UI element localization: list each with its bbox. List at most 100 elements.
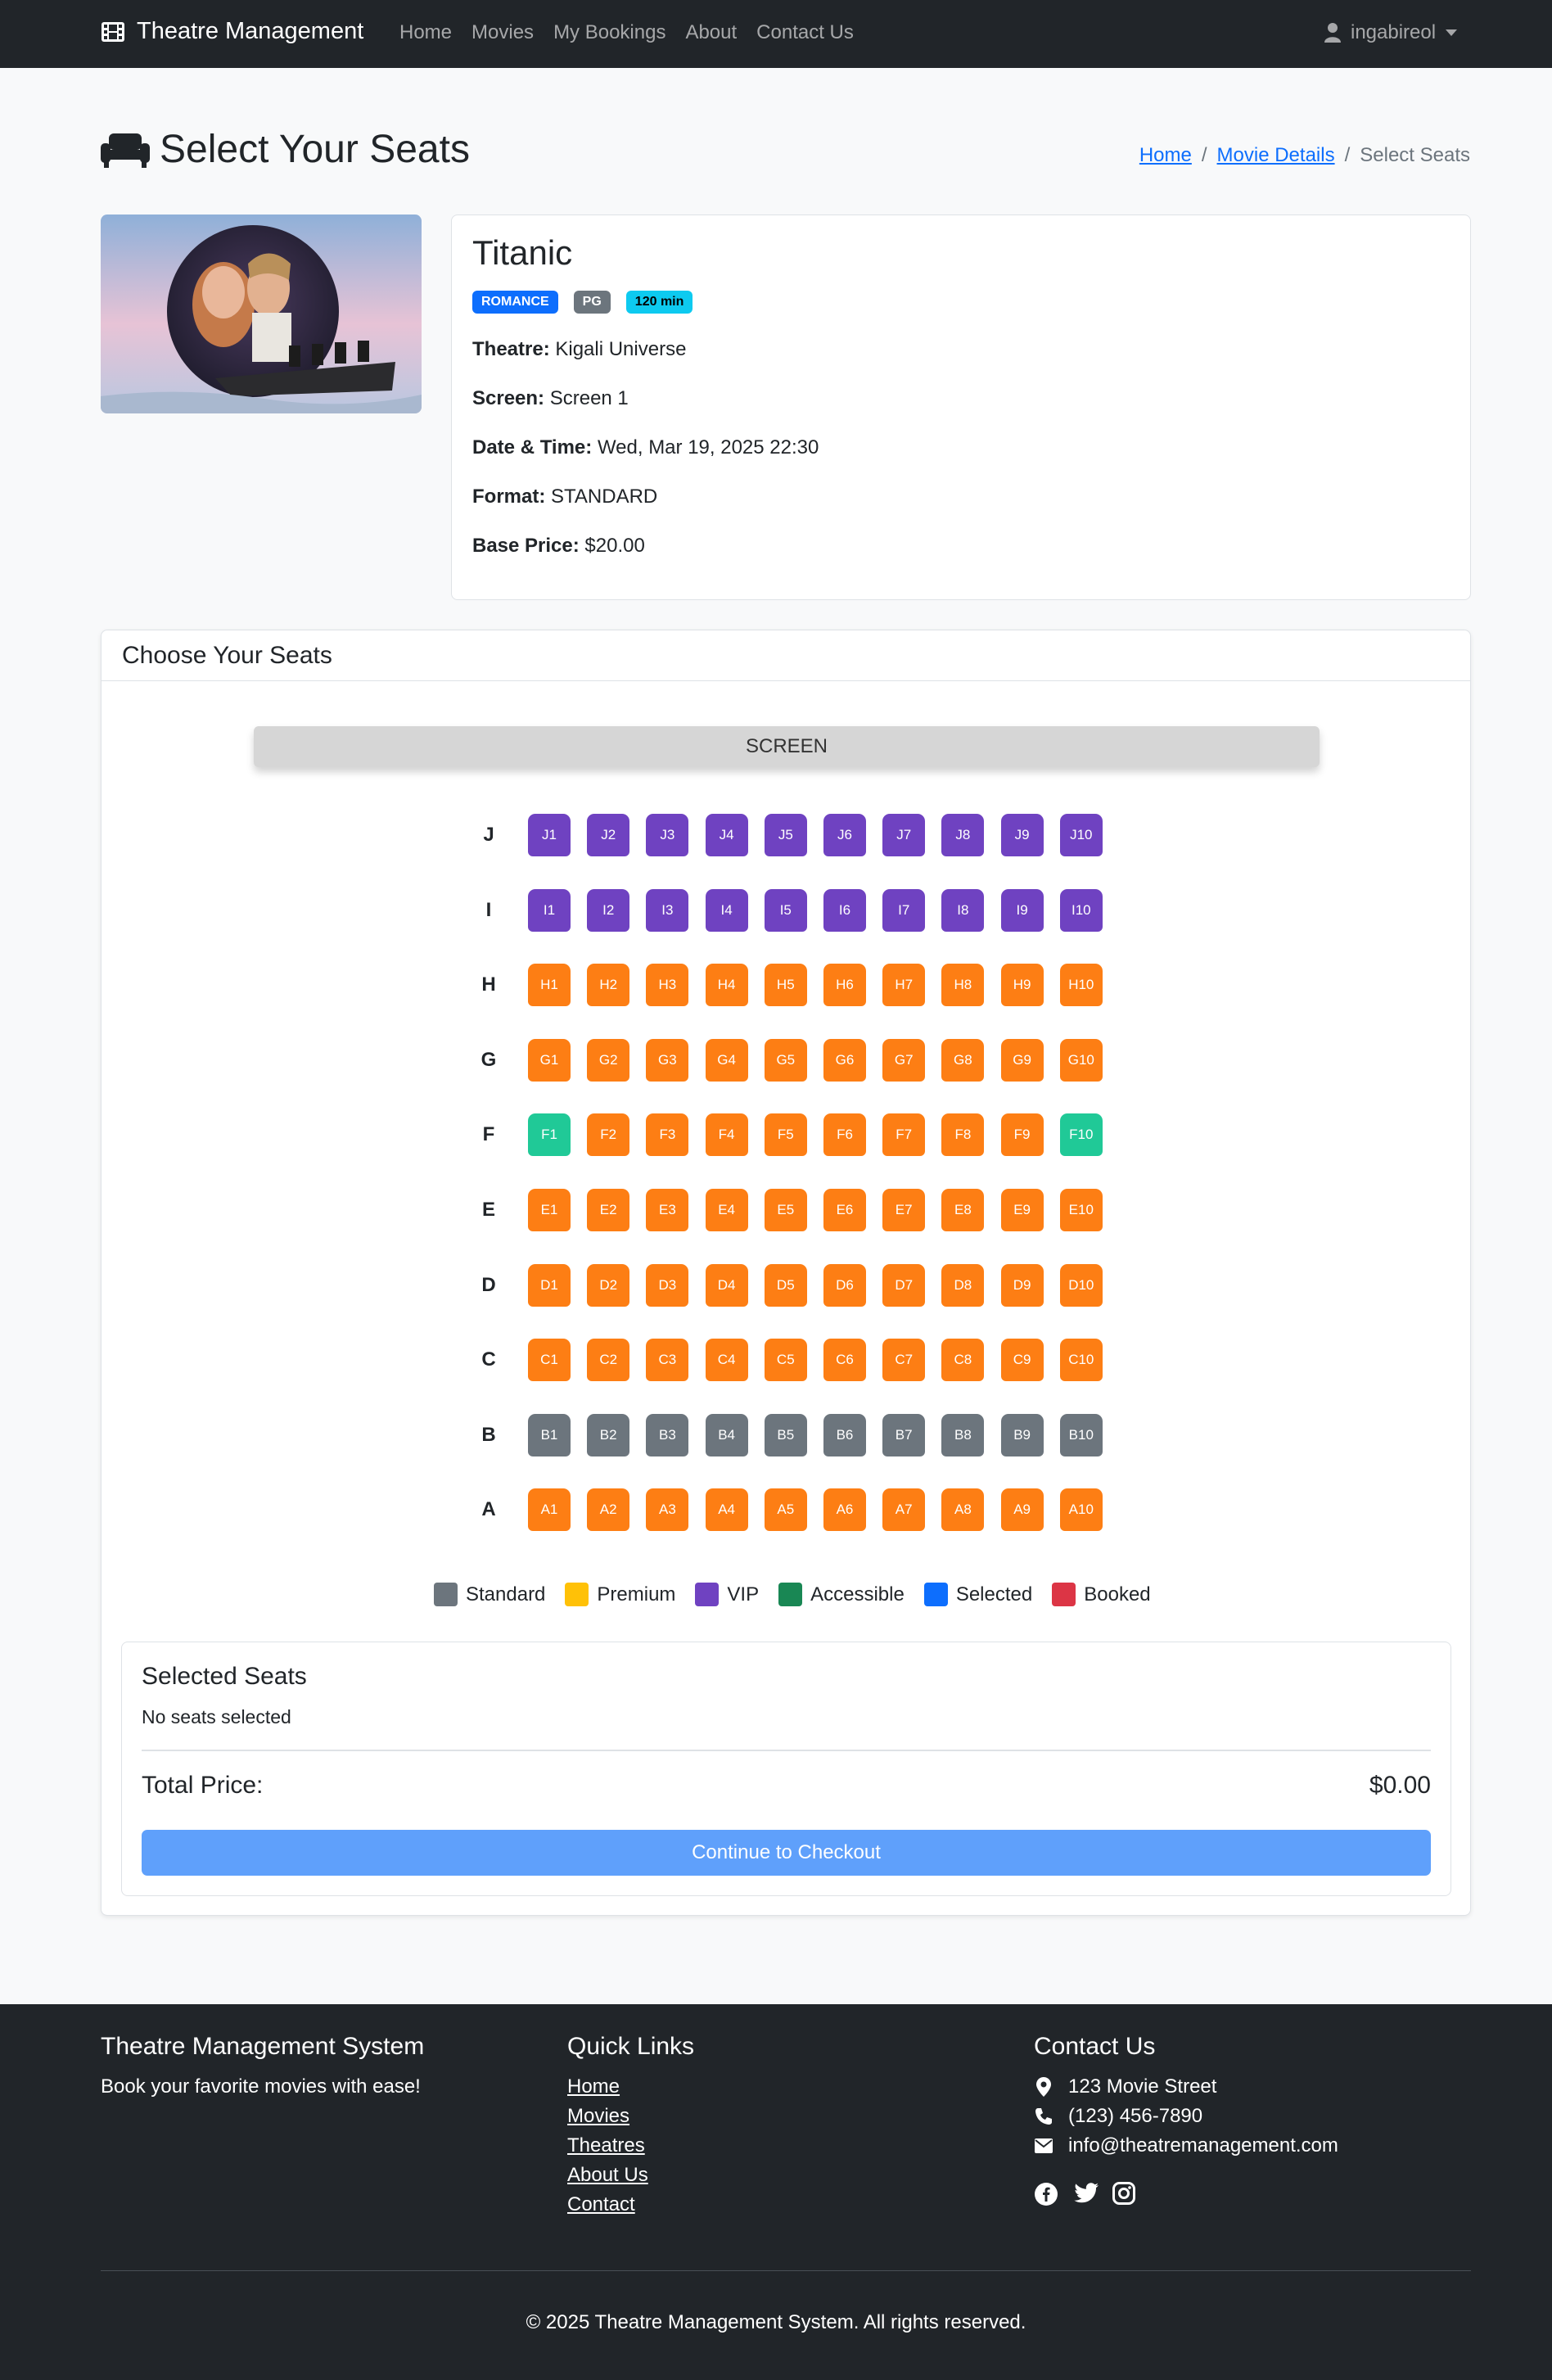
seat-g7[interactable]: G7 <box>882 1038 926 1082</box>
seat-b9[interactable]: B9 <box>1000 1413 1044 1456</box>
seat-g8[interactable]: G8 <box>941 1038 985 1082</box>
seat-i3[interactable]: I3 <box>646 888 689 932</box>
seat-d10[interactable]: D10 <box>1059 1263 1103 1307</box>
seat-g6[interactable]: G6 <box>823 1038 866 1082</box>
seat-a8[interactable]: A8 <box>941 1488 985 1532</box>
nav-about[interactable]: About <box>685 21 737 44</box>
seat-a3[interactable]: A3 <box>646 1488 689 1532</box>
facebook-icon[interactable] <box>1034 2182 1058 2206</box>
seat-f7[interactable]: F7 <box>882 1113 926 1157</box>
continue-checkout-button[interactable]: Continue to Checkout <box>142 1830 1431 1876</box>
seat-j2[interactable]: J2 <box>587 814 630 856</box>
brand-link[interactable]: Theatre Management <box>101 18 363 45</box>
seat-f3[interactable]: F3 <box>646 1113 689 1157</box>
seat-g9[interactable]: G9 <box>1000 1038 1044 1082</box>
seat-j7[interactable]: J7 <box>882 814 926 856</box>
seat-i5[interactable]: I5 <box>764 888 807 932</box>
seat-e2[interactable]: E2 <box>587 1189 630 1231</box>
instagram-icon[interactable] <box>1112 2182 1135 2205</box>
seat-h8[interactable]: H8 <box>941 964 985 1007</box>
seat-a10[interactable]: A10 <box>1059 1488 1103 1532</box>
seat-d2[interactable]: D2 <box>587 1263 630 1307</box>
seat-i7[interactable]: I7 <box>882 888 926 932</box>
seat-j8[interactable]: J8 <box>941 814 985 856</box>
seat-a1[interactable]: A1 <box>528 1488 571 1532</box>
footer-link-movies[interactable]: Movies <box>567 2105 629 2128</box>
seat-f8[interactable]: F8 <box>941 1113 985 1157</box>
nav-contact[interactable]: Contact Us <box>756 21 854 44</box>
seat-b10[interactable]: B10 <box>1059 1413 1103 1456</box>
seat-e4[interactable]: E4 <box>705 1189 748 1231</box>
seat-f1[interactable]: F1 <box>528 1113 571 1157</box>
breadcrumb-movie-details[interactable]: Movie Details <box>1217 144 1335 167</box>
seat-i1[interactable]: I1 <box>528 888 571 932</box>
seat-a9[interactable]: A9 <box>1000 1488 1044 1532</box>
seat-e3[interactable]: E3 <box>646 1189 689 1231</box>
seat-f9[interactable]: F9 <box>1000 1113 1044 1157</box>
user-dropdown[interactable]: ingabireol <box>1324 21 1458 44</box>
footer-link-theatres[interactable]: Theatres <box>567 2134 645 2157</box>
seat-g5[interactable]: G5 <box>764 1038 807 1082</box>
seat-c8[interactable]: C8 <box>941 1339 985 1382</box>
seat-f10[interactable]: F10 <box>1059 1113 1103 1157</box>
seat-i10[interactable]: I10 <box>1059 888 1103 932</box>
seat-g1[interactable]: G1 <box>528 1038 571 1082</box>
footer-link-contact[interactable]: Contact <box>567 2193 635 2216</box>
seat-b3[interactable]: B3 <box>646 1413 689 1456</box>
seat-i8[interactable]: I8 <box>941 888 985 932</box>
seat-e8[interactable]: E8 <box>941 1189 985 1231</box>
seat-a5[interactable]: A5 <box>764 1488 807 1532</box>
seat-a7[interactable]: A7 <box>882 1488 926 1532</box>
seat-b7[interactable]: B7 <box>882 1413 926 1456</box>
seat-j10[interactable]: J10 <box>1059 814 1103 856</box>
seat-j4[interactable]: J4 <box>705 814 748 856</box>
seat-i2[interactable]: I2 <box>587 888 630 932</box>
breadcrumb-home[interactable]: Home <box>1139 144 1192 167</box>
seat-g10[interactable]: G10 <box>1059 1038 1103 1082</box>
seat-a4[interactable]: A4 <box>705 1488 748 1532</box>
footer-link-home[interactable]: Home <box>567 2075 620 2098</box>
seat-g3[interactable]: G3 <box>646 1038 689 1082</box>
seat-h3[interactable]: H3 <box>646 964 689 1007</box>
seat-e1[interactable]: E1 <box>528 1189 571 1231</box>
seat-d8[interactable]: D8 <box>941 1263 985 1307</box>
seat-i4[interactable]: I4 <box>705 888 748 932</box>
seat-e7[interactable]: E7 <box>882 1189 926 1231</box>
seat-g4[interactable]: G4 <box>705 1038 748 1082</box>
seat-h5[interactable]: H5 <box>764 964 807 1007</box>
seat-h9[interactable]: H9 <box>1000 964 1044 1007</box>
seat-g2[interactable]: G2 <box>587 1038 630 1082</box>
nav-home[interactable]: Home <box>399 21 452 44</box>
seat-h6[interactable]: H6 <box>823 964 866 1007</box>
seat-j5[interactable]: J5 <box>764 814 807 856</box>
seat-h7[interactable]: H7 <box>882 964 926 1007</box>
seat-c10[interactable]: C10 <box>1059 1339 1103 1382</box>
seat-b6[interactable]: B6 <box>823 1413 866 1456</box>
seat-e10[interactable]: E10 <box>1059 1189 1103 1231</box>
seat-i9[interactable]: I9 <box>1000 888 1044 932</box>
seat-f2[interactable]: F2 <box>587 1113 630 1157</box>
seat-j3[interactable]: J3 <box>646 814 689 856</box>
seat-a6[interactable]: A6 <box>823 1488 866 1532</box>
seat-j6[interactable]: J6 <box>823 814 866 856</box>
seat-d7[interactable]: D7 <box>882 1263 926 1307</box>
seat-d4[interactable]: D4 <box>705 1263 748 1307</box>
seat-d1[interactable]: D1 <box>528 1263 571 1307</box>
seat-h1[interactable]: H1 <box>528 964 571 1007</box>
seat-d6[interactable]: D6 <box>823 1263 866 1307</box>
seat-c1[interactable]: C1 <box>528 1339 571 1382</box>
seat-h10[interactable]: H10 <box>1059 964 1103 1007</box>
seat-c4[interactable]: C4 <box>705 1339 748 1382</box>
seat-h4[interactable]: H4 <box>705 964 748 1007</box>
seat-c3[interactable]: C3 <box>646 1339 689 1382</box>
nav-my-bookings[interactable]: My Bookings <box>553 21 665 44</box>
seat-f4[interactable]: F4 <box>705 1113 748 1157</box>
seat-b5[interactable]: B5 <box>764 1413 807 1456</box>
seat-b8[interactable]: B8 <box>941 1413 985 1456</box>
seat-d3[interactable]: D3 <box>646 1263 689 1307</box>
seat-b4[interactable]: B4 <box>705 1413 748 1456</box>
seat-f6[interactable]: F6 <box>823 1113 866 1157</box>
seat-h2[interactable]: H2 <box>587 964 630 1007</box>
seat-a2[interactable]: A2 <box>587 1488 630 1532</box>
seat-j9[interactable]: J9 <box>1000 814 1044 856</box>
